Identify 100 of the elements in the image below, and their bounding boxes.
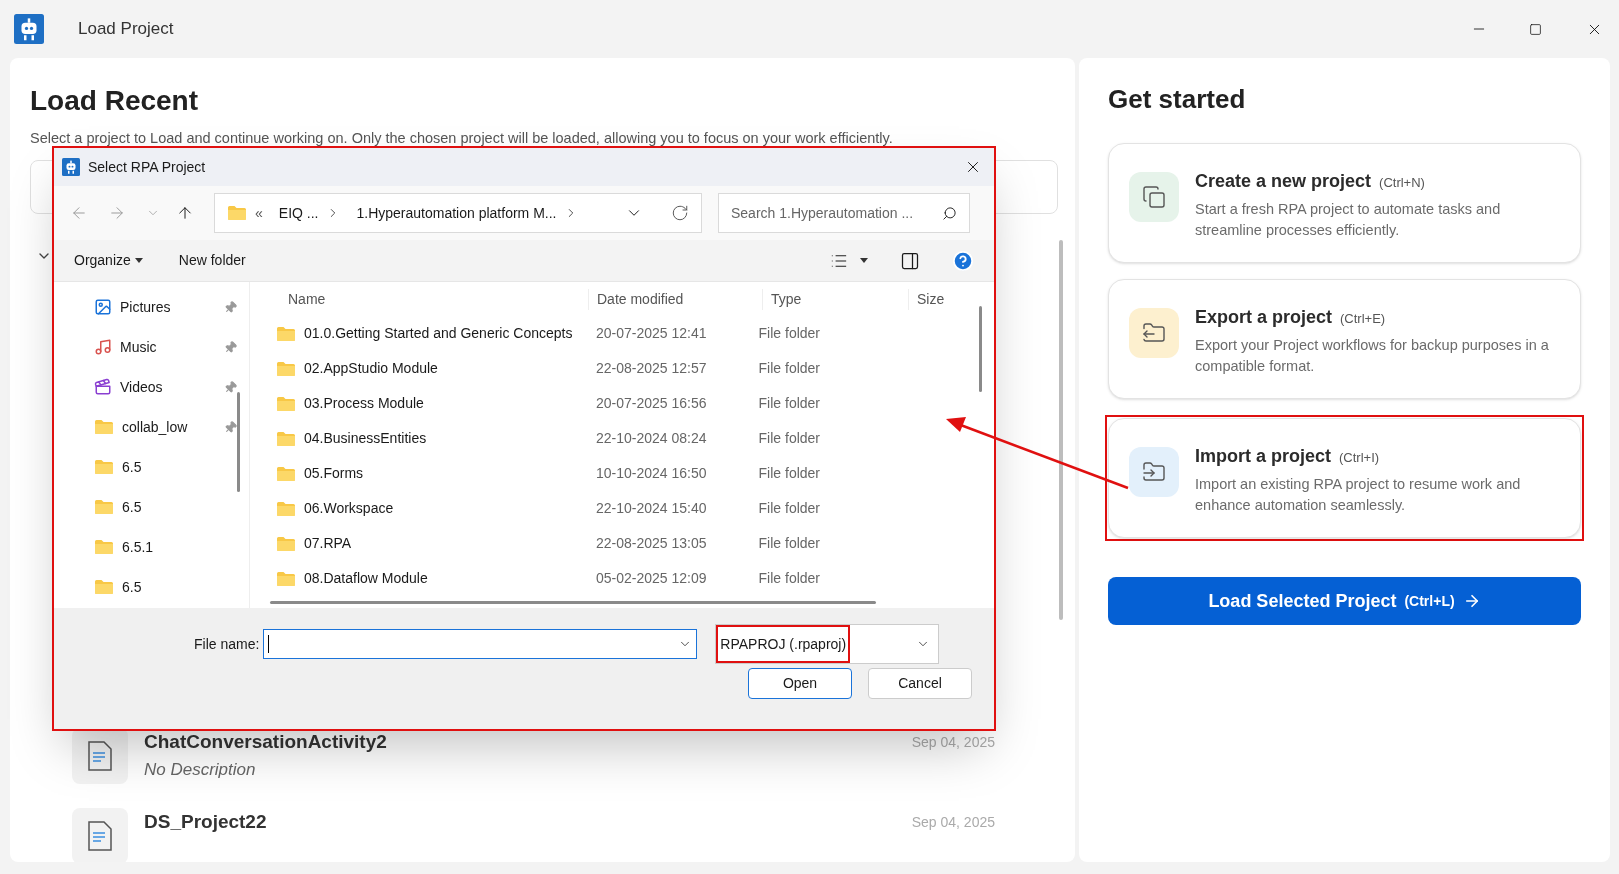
file-type-select[interactable]: RPAPROJ (.rpaproj) (715, 624, 940, 664)
caret-icon[interactable] (860, 258, 868, 263)
folder-in-icon (1142, 460, 1166, 484)
refresh-icon[interactable] (671, 204, 689, 222)
file-row[interactable]: 05.Forms 10-10-2024 16:50 File folder (256, 456, 994, 491)
app-logo-icon (62, 158, 80, 176)
nav-item[interactable]: Music (54, 334, 249, 360)
type-cell-text: File folder (758, 499, 820, 518)
file-row[interactable]: 04.BusinessEntities 22-10-2024 08:24 File folder (256, 421, 994, 456)
type-cell-text: File folder (758, 464, 820, 483)
load-selected-button[interactable]: Load Selected Project (Ctrl+L) (1108, 577, 1581, 625)
document-icon (88, 741, 112, 771)
folder-icon (276, 360, 296, 377)
preview-pane-icon[interactable] (900, 250, 920, 271)
folder-icon (276, 395, 296, 412)
project-name: ChatConversationActivity2 (144, 730, 388, 754)
folder-icon (94, 539, 114, 555)
panel-title: Get started (1108, 83, 1247, 116)
project-date: Sep 04, 2025 (911, 813, 995, 832)
picture-icon (94, 298, 112, 316)
action-description: Start a fresh RPA project to automate tasks and streamline processes efficiently. (1195, 200, 1502, 240)
up-icon[interactable] (176, 204, 194, 222)
new-folder-button[interactable]: New folder (178, 250, 246, 271)
dialog-title: Select RPA Project (88, 157, 206, 177)
file-row[interactable]: 02.AppStudio Module 22-08-2025 12:57 File folder (256, 351, 994, 386)
breadcrumb-segment[interactable]: 1.Hyperautomation platform M... (356, 202, 557, 224)
project-name: DS_Project22 (144, 810, 268, 834)
folder-icon (94, 419, 114, 435)
action-card[interactable]: Import a project (Ctrl+I) Import an existing RPA project to resume work and enhance automation seamlessly. (1108, 418, 1581, 538)
folder-icon (276, 535, 296, 552)
shortcut-label: (Ctrl+E) (1340, 310, 1386, 328)
date-cell-text: 22-08-2025 13:05 (596, 534, 707, 553)
nav-item[interactable]: 6.5.1 (54, 534, 249, 560)
cancel-button[interactable]: Cancel (868, 668, 972, 699)
project-row[interactable]: DS_Project22 Sep 04, 2025 (72, 808, 995, 862)
vertical-scrollbar[interactable] (979, 306, 982, 392)
file-row[interactable]: 07.RPA 22-08-2025 13:05 File folder (256, 526, 994, 561)
date-cell-text: 22-08-2025 12:57 (596, 359, 707, 378)
type-cell-text: File folder (758, 324, 820, 343)
horizontal-scrollbar[interactable] (270, 601, 876, 604)
action-card[interactable]: Export a project (Ctrl+E) Export your Project workflows for backup purposes in a compatible format. (1108, 279, 1581, 399)
list-scrollbar[interactable] (1059, 240, 1063, 620)
date-cell-text: 10-10-2024 16:50 (596, 464, 707, 483)
file-row[interactable]: 01.0.Getting Started and Generic Concepts 20-07-2025 12:41 File folder (256, 316, 994, 351)
folder-out-icon (1142, 321, 1166, 345)
action-title: Export a project (1195, 306, 1333, 329)
action-title: Import a project (1195, 445, 1332, 468)
folder-icon (276, 465, 296, 482)
help-icon[interactable] (952, 249, 974, 272)
action-card[interactable]: Create a new project (Ctrl+N) Start a fresh RPA project to automate tasks and streamline processes efficiently. (1108, 143, 1581, 263)
address-bar[interactable]: « EIQ ... 1.Hyperautomation platform M... (214, 193, 702, 233)
nav-item[interactable]: 6.5 (54, 454, 249, 480)
column-header[interactable]: Date modified (588, 288, 762, 310)
column-header[interactable]: Name (256, 288, 588, 310)
search-field[interactable]: Search 1.Hyperautomation ... (718, 193, 970, 233)
shortcut-label: (Ctrl+N) (1379, 174, 1425, 192)
project-row[interactable]: ChatConversationActivity2 No Description Sep 04, 2025 (72, 728, 995, 784)
date-cell-text: 22-10-2024 15:40 (596, 499, 707, 518)
date-cell-text: 05-02-2025 12:09 (596, 569, 707, 588)
app-logo-icon (14, 14, 44, 44)
nav-item[interactable]: Videos (54, 374, 249, 400)
panel-subtitle: Select a project to Load and continue working on. Only the chosen project will be loaded, allowing you to focus on your work efficiently. (30, 129, 894, 148)
nav-item[interactable]: Pictures (54, 294, 249, 320)
file-name-field[interactable] (263, 629, 698, 659)
breadcrumb-segment[interactable]: EIQ ... (278, 202, 319, 224)
project-description: No Description (144, 758, 257, 781)
copy-icon (1142, 185, 1166, 209)
date-cell-text: 20-07-2025 16:56 (596, 394, 707, 413)
film-icon (94, 378, 112, 396)
action-description: Import an existing RPA project to resume work and enhance automation seamlessly. (1195, 475, 1522, 515)
file-row[interactable]: 08.Dataflow Module 05-02-2025 12:09 File folder (256, 561, 994, 596)
nav-item[interactable]: 6.5 (54, 574, 249, 600)
type-cell-text: File folder (758, 359, 820, 378)
folder-icon (94, 579, 114, 595)
open-button[interactable]: Open (748, 668, 852, 699)
file-row[interactable]: 06.Workspace 22-10-2024 15:40 File folder (256, 491, 994, 526)
action-description: Export your Project workflows for backup purposes in a compatible format. (1195, 336, 1550, 376)
type-cell-text: File folder (758, 534, 820, 553)
maximize-icon[interactable] (1529, 22, 1542, 36)
nav-scrollbar[interactable] (237, 392, 240, 492)
file-row[interactable]: 03.Process Module 20-07-2025 16:56 File folder (256, 386, 994, 421)
music-note-icon (94, 338, 112, 356)
search-icon[interactable] (942, 205, 957, 221)
folder-icon (227, 205, 247, 221)
folder-icon (276, 325, 296, 342)
file-name-label: File name: (194, 634, 260, 654)
action-title: Create a new project (1195, 170, 1372, 193)
column-header[interactable]: Type (762, 288, 908, 310)
date-cell-text: 20-07-2025 12:41 (596, 324, 707, 343)
column-header[interactable]: Size (908, 288, 958, 310)
nav-item[interactable]: collab_low (54, 414, 249, 440)
project-date: Sep 04, 2025 (911, 733, 995, 752)
overflow-marker[interactable]: « (255, 202, 263, 224)
type-cell-text: File folder (758, 394, 820, 413)
organize-menu[interactable]: Organize (74, 250, 143, 271)
date-cell-text: 22-10-2024 08:24 (596, 429, 707, 448)
shortcut-label: (Ctrl+I) (1339, 449, 1380, 467)
nav-item[interactable]: 6.5 (54, 494, 249, 520)
type-cell-text: File folder (758, 429, 820, 448)
caret-icon (134, 258, 143, 263)
